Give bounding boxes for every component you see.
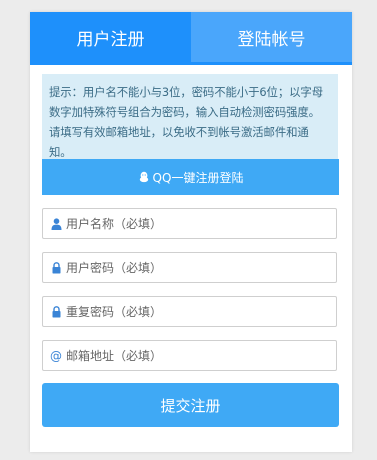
- at-icon: @: [50, 348, 62, 363]
- lock-icon: [49, 261, 63, 275]
- register-card: 用户注册 登陆帐号 提示：用户名不能小与3位，密码不能小于6位；以字母数字加特殊…: [30, 12, 352, 452]
- lock-icon: [49, 305, 63, 319]
- qq-login-button[interactable]: QQ一键注册登陆: [42, 159, 339, 195]
- submit-label: 提交注册: [160, 396, 221, 415]
- username-input[interactable]: [66, 216, 316, 231]
- email-input[interactable]: [66, 348, 316, 363]
- tab-login[interactable]: 登陆帐号: [191, 12, 352, 62]
- repeat-password-input[interactable]: [66, 304, 316, 319]
- password-input[interactable]: [66, 260, 316, 275]
- username-field[interactable]: [42, 208, 337, 239]
- qq-login-label: QQ一键注册登陆: [152, 170, 244, 185]
- tab-underline: [30, 62, 352, 65]
- tab-register[interactable]: 用户注册: [30, 12, 191, 62]
- notice-text: 提示：用户名不能小与3位，密码不能小于6位；以字母数字加特殊符号组合为密码，输入…: [49, 85, 323, 159]
- submit-register-button[interactable]: 提交注册: [42, 383, 339, 427]
- email-field[interactable]: @: [42, 340, 337, 371]
- repeat-password-field[interactable]: [42, 296, 337, 327]
- notice-box: 提示：用户名不能小与3位，密码不能小于6位；以字母数字加特殊符号组合为密码，输入…: [42, 74, 338, 160]
- password-field[interactable]: [42, 252, 337, 283]
- qq-penguin-icon: [138, 171, 150, 183]
- tab-bar: 用户注册 登陆帐号: [30, 12, 352, 62]
- user-icon: [49, 217, 63, 231]
